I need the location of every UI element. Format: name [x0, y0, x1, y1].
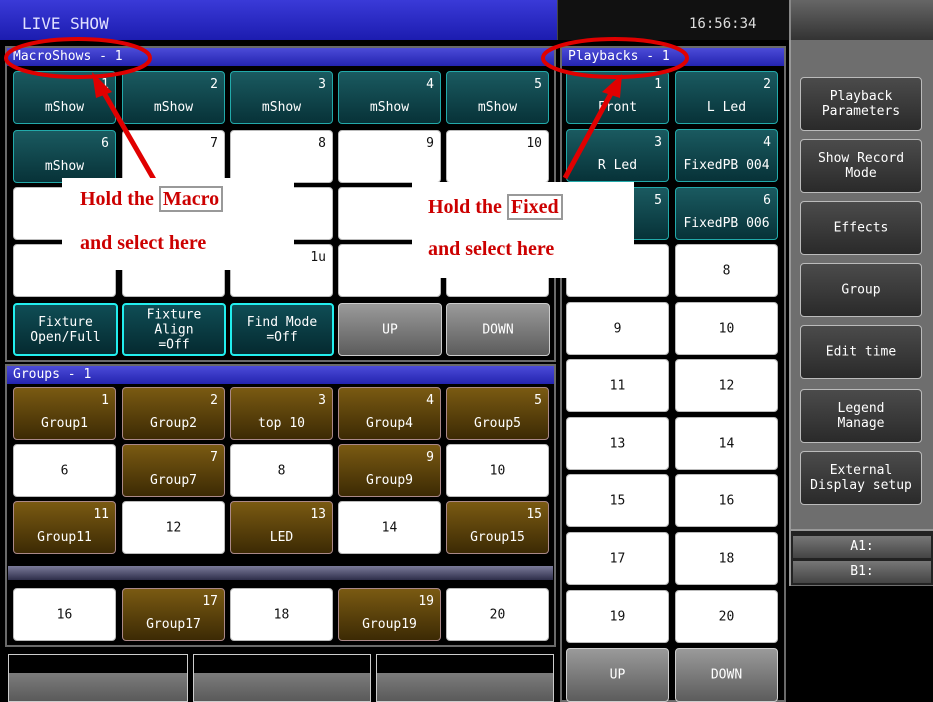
- playbacks-highlight-ellipse: [541, 37, 689, 79]
- macro-highlight-ellipse: [4, 37, 152, 79]
- callout-keyword: Fixed: [506, 194, 563, 220]
- callout-text: Hold the: [80, 188, 159, 210]
- annotation-overlay: [4, 37, 689, 192]
- fixed-callout: Hold the Fixed and select here: [412, 182, 634, 278]
- macro-callout: Hold the Macro and select here: [62, 178, 294, 270]
- callout-keyword: Macro: [158, 186, 224, 212]
- callout-text: and select here: [428, 238, 555, 260]
- callout-text: and select here: [80, 232, 207, 254]
- right-arrow-shaft: [562, 86, 617, 180]
- left-arrow-shaft: [97, 84, 163, 192]
- callout-text: Hold the: [428, 196, 507, 218]
